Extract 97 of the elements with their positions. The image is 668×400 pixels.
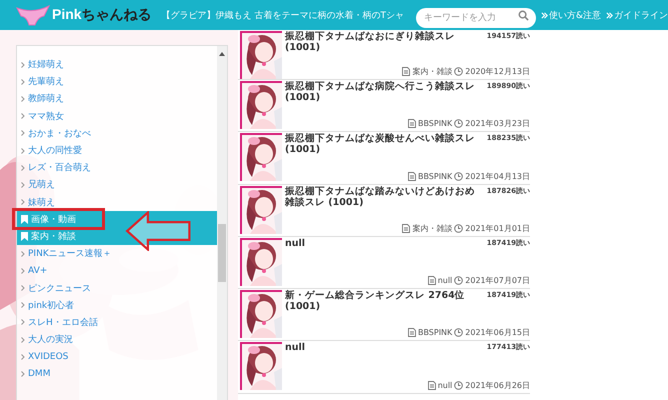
- document-icon: [402, 224, 410, 233]
- item-label: PINKニュース速報＋: [28, 248, 112, 260]
- item-label: AV+: [28, 266, 48, 276]
- thread-title[interactable]: 新・ゲーム総合ランキングスレ 2764位 (1001): [285, 290, 483, 312]
- item-label: 案内・雑談: [31, 230, 76, 243]
- sidebar-item[interactable]: おかま・おなべ: [17, 124, 217, 142]
- document-icon: [408, 119, 416, 128]
- chevron-icon: [21, 148, 25, 154]
- post-date: 2021年01月01日: [465, 222, 530, 234]
- board-name[interactable]: BBSPINK: [418, 328, 452, 338]
- board-name[interactable]: BBSPINK: [418, 172, 452, 181]
- clock-icon: [454, 172, 464, 181]
- chevron-icon: [21, 113, 25, 120]
- sidebar-item[interactable]: pink初心者: [17, 296, 217, 314]
- post-date: 2021年06月15日: [465, 327, 530, 338]
- scrollbar-thumb[interactable]: [218, 224, 226, 282]
- clock-icon: [454, 119, 464, 128]
- item-label: pink初心者: [28, 300, 74, 312]
- site-logo[interactable]: Pinkちゃんねる: [52, 6, 152, 24]
- sidebar-item[interactable]: PINKニュース速報＋: [17, 245, 217, 262]
- sidebar-item[interactable]: 兄萌え: [17, 176, 217, 194]
- logo-icon[interactable]: [16, 4, 50, 26]
- item-label: おかま・おなべ: [28, 128, 91, 140]
- chevron-icon: [540, 12, 548, 18]
- thread-title[interactable]: 振忍棚下タナムばなおにぎり雑談スレ (1001): [285, 31, 483, 53]
- sidebar-item[interactable]: 妹萌え: [17, 194, 217, 211]
- clock-icon: [454, 276, 464, 286]
- item-label: ピンクニュース: [28, 282, 91, 295]
- chevron-icon: [21, 96, 25, 102]
- item-label: 教師萌え: [28, 92, 64, 106]
- clock-icon: [454, 380, 464, 390]
- chevron-icon: [21, 370, 25, 377]
- chevron-icon: [21, 78, 25, 85]
- board-name[interactable]: null: [438, 276, 452, 286]
- board-name[interactable]: 案内・雑談: [412, 222, 452, 234]
- thread-title[interactable]: null: [285, 238, 306, 249]
- sidebar-item[interactable]: 大人の同性愛: [17, 142, 217, 160]
- chevron-icon: [21, 354, 25, 360]
- chevron-icon: [21, 62, 25, 68]
- sidebar-item[interactable]: スレH・エロ会話: [17, 314, 217, 331]
- clock-icon: [454, 224, 464, 233]
- clock-icon: [454, 67, 464, 76]
- search-field[interactable]: キーワードを入力: [416, 8, 536, 28]
- sidebar-item[interactable]: XVIDEOS: [17, 348, 217, 366]
- item-label: 妹萌え: [28, 196, 55, 209]
- item-label: 画像・動画: [31, 214, 76, 226]
- clock-icon: [454, 328, 464, 338]
- thread-title[interactable]: 振忍棚下タナムばな炭酸せんべい雑談スレ (1001): [285, 133, 483, 156]
- chevron-icon: [21, 250, 25, 257]
- item-label: 兄萌え: [28, 178, 55, 192]
- item-label: ママ熟女: [28, 110, 64, 123]
- sidebar-item[interactable]: ピンクニュース: [17, 279, 217, 297]
- chevron-icon: [21, 199, 25, 206]
- board-name[interactable]: null: [438, 380, 452, 390]
- sidebar-item[interactable]: ママ熟女: [17, 108, 217, 125]
- document-icon: [408, 172, 416, 181]
- chevron-icon: [21, 182, 25, 188]
- sidebar-item[interactable]: 先輩萌え: [17, 73, 217, 90]
- board-name[interactable]: BBSPINK: [418, 119, 452, 128]
- post-date: 2020年12月13日: [465, 66, 530, 77]
- post-date: 2021年03月23日: [465, 118, 530, 130]
- chevron-icon: [21, 302, 25, 308]
- sidebar-item[interactable]: 妊婦萌え: [17, 56, 217, 74]
- thread-title[interactable]: 振忍棚下タナムばな踏みないけどあけおめ雑談スレ (1001): [285, 186, 483, 208]
- sidebar-item[interactable]: 教師萌え: [17, 90, 217, 108]
- item-label: 大人の同性愛: [28, 144, 82, 158]
- item-label: DMM: [28, 368, 50, 379]
- thread-title[interactable]: 振忍棚下タナムばな病院へ行こう雑談スレ (1001): [285, 81, 483, 103]
- sidebar-item[interactable]: レズ・百合萌え: [17, 159, 217, 176]
- chevron-icon: [21, 164, 25, 171]
- scrollbar[interactable]: [217, 46, 227, 400]
- scroll-up-icon[interactable]: [219, 52, 225, 56]
- board-name[interactable]: 案内・雑談: [412, 66, 452, 77]
- item-label: 妊婦萌え: [28, 58, 64, 72]
- document-icon: [402, 67, 410, 76]
- chevron-icon: [606, 12, 613, 18]
- post-date: 2021年07月07日: [465, 275, 530, 286]
- sidebar-item[interactable]: 大人の実況: [17, 331, 217, 348]
- post-date: 2021年04月13日: [465, 170, 530, 182]
- chevron-icon: [21, 319, 25, 326]
- document-icon: [428, 276, 436, 286]
- item-label: 大人の実況: [28, 334, 73, 346]
- chevron-icon: [21, 130, 25, 136]
- post-date: 2021年06月26日: [465, 380, 530, 391]
- document-icon: [408, 328, 416, 338]
- chevron-icon: [21, 336, 25, 343]
- item-label: レズ・百合萌え: [28, 162, 91, 174]
- document-icon: [428, 380, 436, 390]
- thread-title[interactable]: null: [285, 342, 306, 354]
- sidebar-item[interactable]: DMM: [17, 365, 217, 383]
- item-label: スレH・エロ会話: [28, 316, 98, 329]
- item-label: XVIDEOS: [28, 352, 68, 362]
- chevron-icon: [21, 285, 25, 292]
- search-icon[interactable]: [518, 10, 529, 21]
- item-label: 先輩萌え: [28, 76, 64, 88]
- sidebar-item[interactable]: AV+: [17, 262, 217, 280]
- chevron-icon: [21, 268, 25, 274]
